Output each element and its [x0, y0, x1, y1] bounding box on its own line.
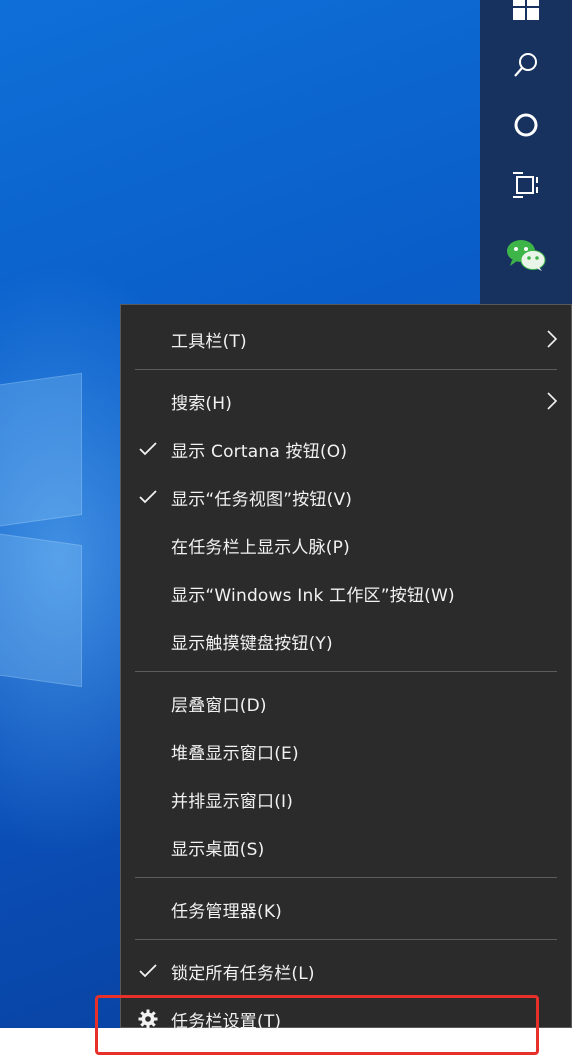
- chevron-right-icon: [547, 330, 558, 348]
- menu-separator: [135, 939, 557, 940]
- taskbar-context-menu: 工具栏(T) 搜索(H) 显示 Cortana 按钮(O) 显示“任务视图”按钮…: [120, 304, 572, 1032]
- search-icon: [514, 53, 537, 77]
- menu-item-label: 工具栏(T): [171, 331, 247, 352]
- menu-item-show-task-view[interactable]: 显示“任务视图”按钮(V): [121, 475, 571, 519]
- task-view-button[interactable]: [480, 156, 572, 214]
- menu-item-cascade-windows[interactable]: 层叠窗口(D): [121, 681, 571, 725]
- menu-item-task-manager[interactable]: 任务管理器(K): [121, 887, 571, 931]
- menu-item-label: 显示“任务视图”按钮(V): [171, 489, 353, 510]
- menu-item-label: 显示“Windows Ink 工作区”按钮(W): [171, 585, 455, 606]
- red-highlight-box: [95, 995, 539, 1055]
- menu-item-side-by-side-windows[interactable]: 并排显示窗口(I): [121, 777, 571, 821]
- checkmark-icon: [137, 486, 159, 508]
- checkmark-icon: [137, 960, 159, 982]
- start-button[interactable]: [480, 0, 572, 36]
- task-view-icon: [513, 172, 538, 198]
- menu-item-lock-taskbars[interactable]: 锁定所有任务栏(L): [121, 949, 571, 993]
- menu-item-label: 显示 Cortana 按钮(O): [171, 441, 348, 462]
- checkmark-icon: [137, 438, 159, 460]
- menu-item-label: 堆叠显示窗口(E): [171, 743, 299, 764]
- menu-item-label: 显示桌面(S): [171, 839, 265, 860]
- menu-separator: [135, 877, 557, 878]
- menu-item-label: 并排显示窗口(I): [171, 791, 294, 812]
- cortana-button[interactable]: [480, 96, 572, 154]
- menu-item-stack-windows[interactable]: 堆叠显示窗口(E): [121, 729, 571, 773]
- menu-item-show-cortana[interactable]: 显示 Cortana 按钮(O): [121, 427, 571, 471]
- menu-item-label: 显示触摸键盘按钮(Y): [171, 633, 333, 654]
- wechat-icon: [507, 240, 546, 271]
- cortana-icon: [514, 113, 538, 137]
- search-button[interactable]: [480, 36, 572, 94]
- menu-item-show-desktop[interactable]: 显示桌面(S): [121, 825, 571, 869]
- windows-start-icon: [513, 0, 539, 20]
- wechat-taskbar-button[interactable]: [480, 226, 572, 284]
- menu-item-show-touch-keyboard[interactable]: 显示触摸键盘按钮(Y): [121, 619, 571, 663]
- menu-item-search[interactable]: 搜索(H): [121, 379, 571, 423]
- menu-item-label: 在任务栏上显示人脉(P): [171, 537, 350, 558]
- menu-item-toolbars[interactable]: 工具栏(T): [121, 317, 571, 361]
- menu-item-label: 锁定所有任务栏(L): [171, 963, 315, 984]
- menu-item-label: 搜索(H): [171, 393, 233, 414]
- menu-item-show-people[interactable]: 在任务栏上显示人脉(P): [121, 523, 571, 567]
- menu-item-label: 层叠窗口(D): [171, 695, 267, 716]
- menu-item-show-windows-ink[interactable]: 显示“Windows Ink 工作区”按钮(W): [121, 571, 571, 615]
- menu-separator: [135, 369, 557, 370]
- menu-separator: [135, 671, 557, 672]
- chevron-right-icon: [547, 392, 558, 410]
- menu-item-label: 任务管理器(K): [171, 901, 283, 922]
